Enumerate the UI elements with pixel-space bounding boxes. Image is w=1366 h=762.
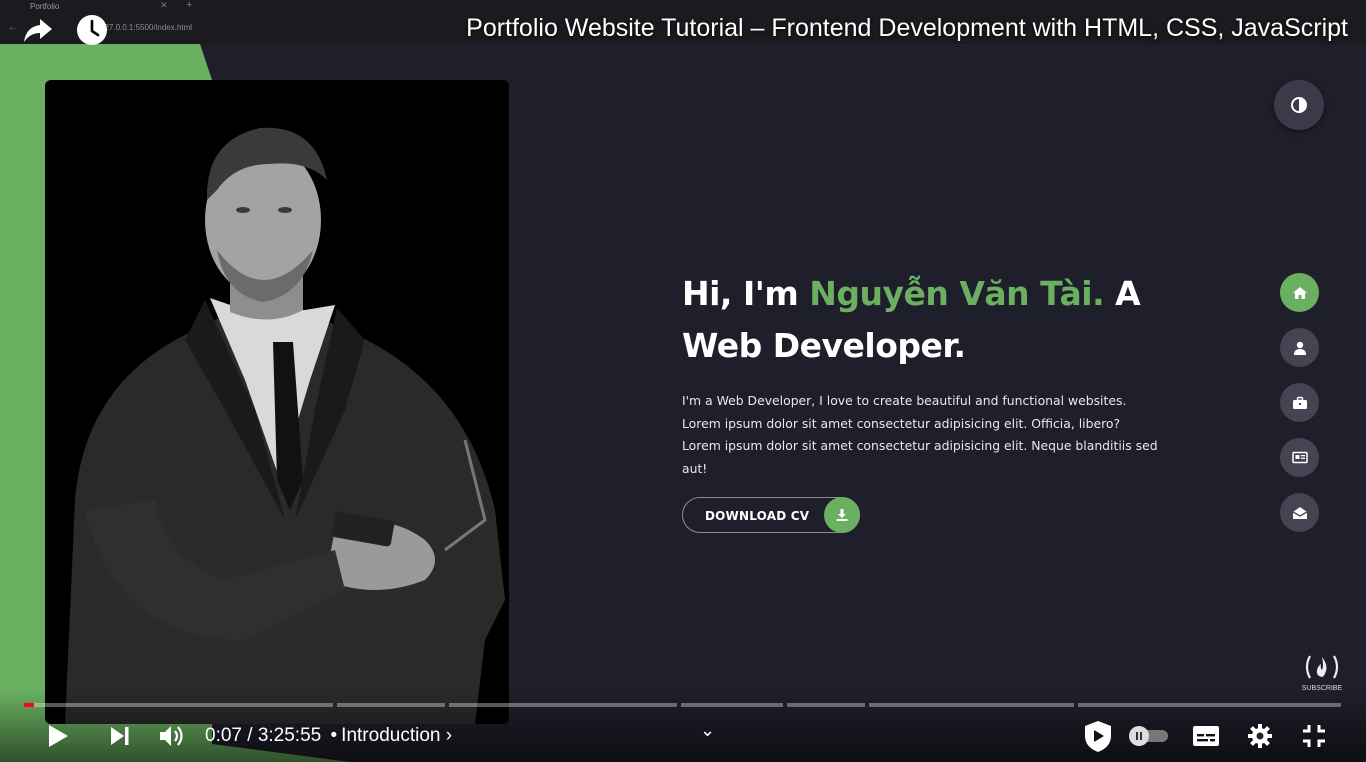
chevron-down-icon[interactable]: ⌄ bbox=[700, 720, 715, 741]
shield-button[interactable] bbox=[1080, 714, 1116, 758]
exit-fullscreen-button[interactable] bbox=[1296, 714, 1332, 758]
chapter-segment[interactable] bbox=[449, 703, 677, 707]
download-cv-label: DOWNLOAD CV bbox=[705, 509, 810, 523]
chapter-segment[interactable] bbox=[787, 703, 865, 707]
hero-desc-line: I'm a Web Developer, I love to create be… bbox=[682, 393, 1127, 408]
progress-played bbox=[24, 703, 34, 707]
share-icon[interactable] bbox=[22, 16, 54, 44]
exit-fullscreen-icon bbox=[1303, 725, 1325, 747]
duration: 3:25:55 bbox=[257, 725, 322, 746]
chevron-right-icon[interactable]: › bbox=[446, 725, 452, 746]
time-display: 0:07 / 3:25:55 • Introduction › bbox=[205, 725, 452, 747]
skip-next-icon bbox=[111, 727, 129, 745]
hero-heading: Hi, I'm Nguyễn Văn Tài. A Web Developer. bbox=[682, 268, 1242, 372]
chapter-segment[interactable] bbox=[681, 703, 783, 707]
video-title[interactable]: Portfolio Website Tutorial – Frontend De… bbox=[466, 14, 1348, 43]
address-bar[interactable]: 127.0.0.1:5500/index.html bbox=[100, 23, 192, 32]
profile-photo bbox=[45, 80, 509, 724]
chapter-segment[interactable] bbox=[869, 703, 1074, 707]
envelope-icon bbox=[1292, 506, 1307, 519]
nav-portfolio-button[interactable] bbox=[1280, 383, 1319, 422]
nav-contact-button[interactable] bbox=[1280, 493, 1319, 532]
chapter-title[interactable]: Introduction bbox=[341, 725, 440, 746]
contrast-icon bbox=[1291, 97, 1307, 113]
download-cv-button[interactable]: DOWNLOAD CV bbox=[682, 496, 860, 533]
volume-icon bbox=[160, 726, 183, 746]
fire-logo-icon bbox=[1305, 655, 1339, 679]
captions-icon bbox=[1193, 726, 1219, 746]
nav-blog-button[interactable] bbox=[1280, 438, 1319, 477]
hero-desc-line: Lorem ipsum dolor sit amet consectetur a… bbox=[682, 415, 1121, 431]
autoplay-toggle[interactable] bbox=[1128, 714, 1170, 758]
player-controls: 0:07 / 3:25:55 • Introduction › ⌄ bbox=[0, 714, 1366, 758]
briefcase-icon bbox=[1292, 396, 1307, 409]
hero-description: I'm a Web Developer, I love to create be… bbox=[682, 390, 1182, 480]
hero-role-prefix: A bbox=[1104, 274, 1141, 313]
chapter-dot: • bbox=[330, 725, 338, 746]
hero-desc-line: Lorem ipsum dolor sit amet consectetur a… bbox=[682, 438, 1158, 454]
clock-icon[interactable] bbox=[76, 14, 108, 46]
play-icon bbox=[49, 725, 68, 747]
home-icon bbox=[1292, 286, 1307, 299]
chapter-segment[interactable] bbox=[24, 703, 333, 707]
nav-about-button[interactable] bbox=[1280, 328, 1319, 367]
hero-greeting: Hi, I'm bbox=[682, 274, 810, 313]
back-arrow-icon[interactable]: ← bbox=[8, 22, 18, 33]
settings-button[interactable] bbox=[1242, 714, 1278, 758]
shield-icon bbox=[1085, 721, 1111, 752]
chapter-segment[interactable] bbox=[1078, 703, 1341, 707]
volume-button[interactable] bbox=[154, 714, 190, 758]
theme-toggle-button[interactable] bbox=[1274, 80, 1324, 130]
next-button[interactable] bbox=[102, 714, 138, 758]
hero-desc-line: aut! bbox=[682, 460, 708, 476]
nav-home-button[interactable] bbox=[1280, 273, 1319, 312]
side-navigation bbox=[1280, 273, 1319, 548]
captions-button[interactable] bbox=[1188, 714, 1224, 758]
person-image bbox=[65, 127, 505, 724]
browser-tab-title: Portfolio bbox=[30, 2, 60, 11]
user-icon bbox=[1293, 341, 1306, 355]
current-time: 0:07 bbox=[205, 725, 242, 746]
download-icon bbox=[824, 496, 860, 533]
close-icon[interactable]: ✕ bbox=[160, 0, 168, 11]
browser-tab[interactable]: Portfolio bbox=[10, 0, 200, 13]
progress-bar[interactable] bbox=[24, 703, 1341, 707]
gear-icon bbox=[1248, 724, 1272, 748]
channel-subscribe-watermark[interactable]: SUBSCRIBE bbox=[1300, 654, 1344, 694]
play-button[interactable] bbox=[40, 714, 76, 758]
hero-name: Nguyễn Văn Tài. bbox=[809, 274, 1105, 313]
time-separator: / bbox=[247, 725, 253, 746]
hero-role: Web Developer. bbox=[682, 326, 966, 365]
autoplay-toggle-icon bbox=[1129, 726, 1168, 746]
chapter-segment[interactable] bbox=[337, 703, 445, 707]
portfolio-icon bbox=[1291, 451, 1308, 464]
plus-icon[interactable]: + bbox=[186, 0, 192, 11]
